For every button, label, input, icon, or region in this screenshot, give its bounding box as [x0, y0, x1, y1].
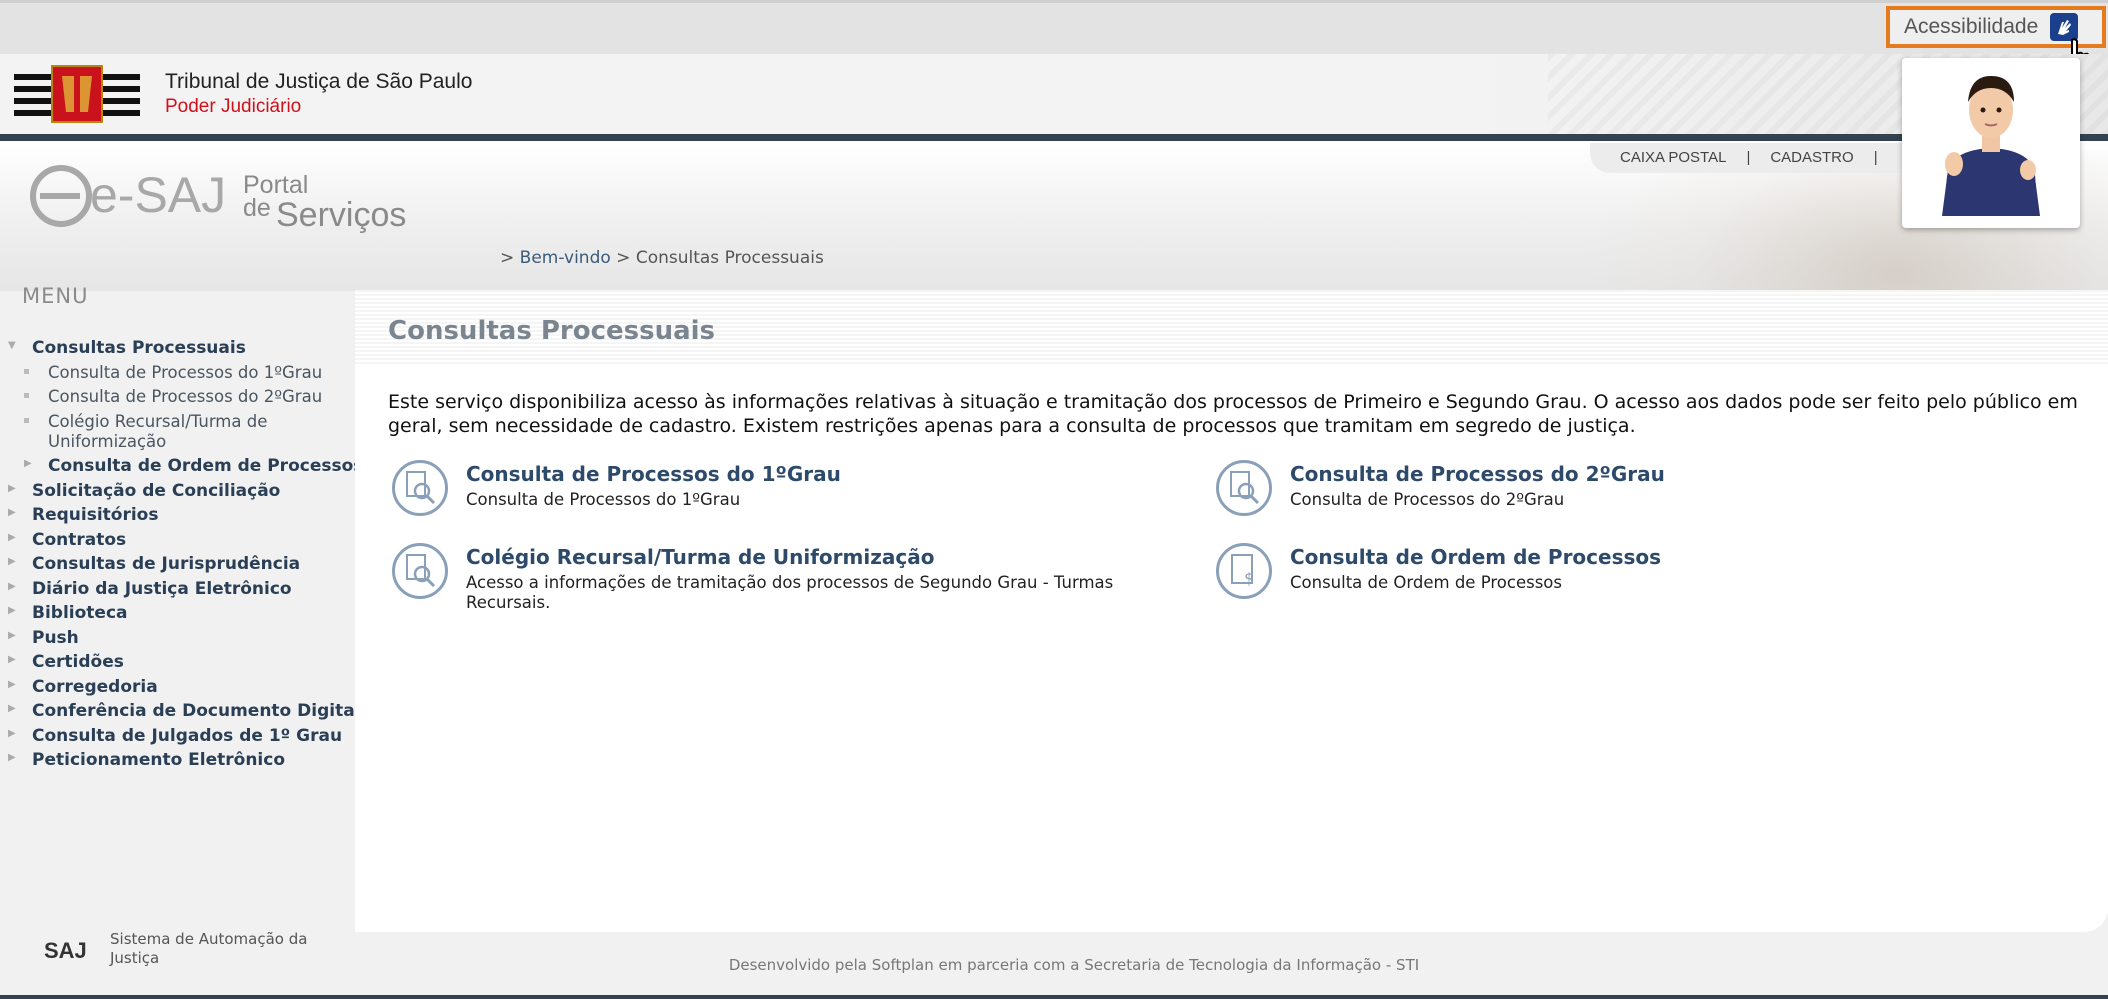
toplinks-separator: | [1873, 149, 1878, 166]
top-links: CAIXA POSTAL | CADASTRO | [1620, 149, 1878, 166]
service-card-title[interactable]: Consulta de Processos do 1ºGrau [466, 462, 841, 486]
menu-item-label: Consultas de Jurisprudência [32, 554, 301, 574]
menu-item-label: Contratos [32, 530, 127, 550]
menu-item-push[interactable]: ▶ Push [0, 628, 79, 648]
service-card-title[interactable]: Consulta de Ordem de Processos [1290, 545, 1661, 569]
menu-item-label: Solicitação de Conciliação [32, 481, 281, 501]
avatar-icon [1914, 66, 2068, 218]
header-divider [0, 134, 2108, 141]
menu-item-label: Corregedoria [32, 677, 158, 697]
top-bar [0, 0, 2108, 54]
service-card-desc: Consulta de Processos do 1ºGrau [466, 490, 741, 509]
menu-item-diario-justica[interactable]: ▶ Diário da Justiça Eletrônico [0, 579, 292, 599]
search-document-icon [1216, 460, 1272, 516]
sign-language-avatar-popup[interactable] [1902, 58, 2080, 228]
service-card-title[interactable]: Colégio Recursal/Turma de Uniformização [466, 545, 934, 569]
menu-item-certidoes[interactable]: ▶ Certidões [0, 652, 124, 672]
menu-item-label: Conferência de Documento Digital [32, 701, 361, 721]
menu-item-label: Certidões [32, 652, 124, 672]
menu-item-colegio-recursal-cont[interactable]: Uniformização [0, 432, 166, 451]
menu-item-contratos[interactable]: ▶ Contratos [0, 530, 126, 550]
menu-item-julgados-1grau[interactable]: ▶ Consulta de Julgados de 1º Grau [0, 726, 342, 746]
menu-item-jurisprudencia[interactable]: ▶ Consultas de Jurisprudência [0, 554, 300, 574]
breadcrumb-home-link[interactable]: Bem-vindo [520, 248, 611, 268]
court-subtitle: Poder Judiciário [165, 96, 302, 117]
accessibility-label: Acessibilidade [1904, 15, 2039, 38]
menu-item-label: Biblioteca [32, 603, 128, 623]
menu-item-label: Consulta de Julgados de 1º Grau [32, 726, 343, 746]
cadastro-link[interactable]: CADASTRO [1770, 149, 1853, 166]
search-document-icon [392, 460, 448, 516]
svg-text:$: $ [1244, 569, 1254, 588]
menu-item-biblioteca[interactable]: ▶ Biblioteca [0, 603, 128, 623]
breadcrumb-arrow: > [616, 248, 631, 268]
menu-item-conciliacao[interactable]: ▶ Solicitação de Conciliação [0, 481, 280, 501]
menu-item-label: Diário da Justiça Eletrônico [32, 579, 292, 599]
menu-item-label: Uniformização [48, 432, 167, 451]
toplinks-separator: | [1746, 149, 1751, 166]
menu-item-label: Requisitórios [32, 505, 159, 525]
service-card-desc: Consulta de Processos do 2ºGrau [1290, 490, 1565, 509]
caixa-postal-link[interactable]: CAIXA POSTAL [1620, 149, 1726, 166]
menu-item-consulta-2grau[interactable]: Consulta de Processos do 2ºGrau [0, 387, 322, 406]
de-word: de [243, 194, 271, 222]
esaj-brand-text: e-SAJ [90, 167, 226, 223]
breadcrumb-current: Consultas Processuais [635, 248, 824, 268]
page-title: Consultas Processuais [388, 316, 716, 346]
tjsp-logo[interactable] [14, 62, 140, 126]
menu-item-requisitorios[interactable]: ▶ Requisitórios [0, 505, 158, 525]
menu-item-colegio-recursal[interactable]: Colégio Recursal/Turma de [0, 412, 267, 431]
menu-title: MENU [22, 284, 89, 308]
menu-item-conferencia-documento[interactable]: ▶ Conferência de Documento Digital [0, 701, 361, 721]
menu-item-consultas-processuais[interactable]: ▼ Consultas Processuais [0, 338, 246, 358]
menu-item-consulta-1grau[interactable]: Consulta de Processos do 1ºGrau [0, 363, 322, 382]
service-card-desc: Acesso a informações de tramitação dos p… [466, 573, 1114, 612]
service-card-desc: Consulta de Ordem de Processos [1290, 573, 1562, 592]
money-document-icon: $ [1216, 543, 1272, 599]
menu-item-peticionamento[interactable]: ▶ Peticionamento Eletrônico [0, 750, 285, 770]
menu-item-label: Consulta de Ordem de Processos [48, 456, 364, 476]
search-document-icon [392, 543, 448, 599]
footer-developed-by: Desenvolvido pela Softplan em parceria c… [728, 956, 1420, 974]
menu-item-corregedoria[interactable]: ▶ Corregedoria [0, 677, 158, 697]
servicos-word: Serviços [276, 196, 406, 233]
menu-item-ordem-processos[interactable]: ▶ Consulta de Ordem de Processos [0, 456, 363, 476]
menu-item-label: Consulta de Processos do 1ºGrau [48, 363, 323, 382]
footer-divider [0, 995, 2108, 999]
breadcrumb-arrow: > [500, 248, 515, 268]
menu-item-label: Peticionamento Eletrônico [32, 750, 286, 770]
menu-item-label: Consultas Processuais [32, 338, 246, 358]
intro-text: Este serviço disponibiliza acesso às inf… [388, 391, 2078, 437]
menu-item-label: Consulta de Processos do 2ºGrau [48, 387, 323, 406]
breadcrumb: > Bem-vindo > Consultas Processuais [500, 248, 824, 268]
service-card-title[interactable]: Consulta de Processos do 2ºGrau [1290, 462, 1665, 486]
court-name: Tribunal de Justiça de São Paulo [165, 70, 473, 93]
menu-item-label: Push [32, 628, 79, 648]
menu-item-label: Colégio Recursal/Turma de [48, 412, 268, 431]
esaj-portal-logo[interactable]: e-SAJ Portal de Serviços [28, 158, 428, 234]
